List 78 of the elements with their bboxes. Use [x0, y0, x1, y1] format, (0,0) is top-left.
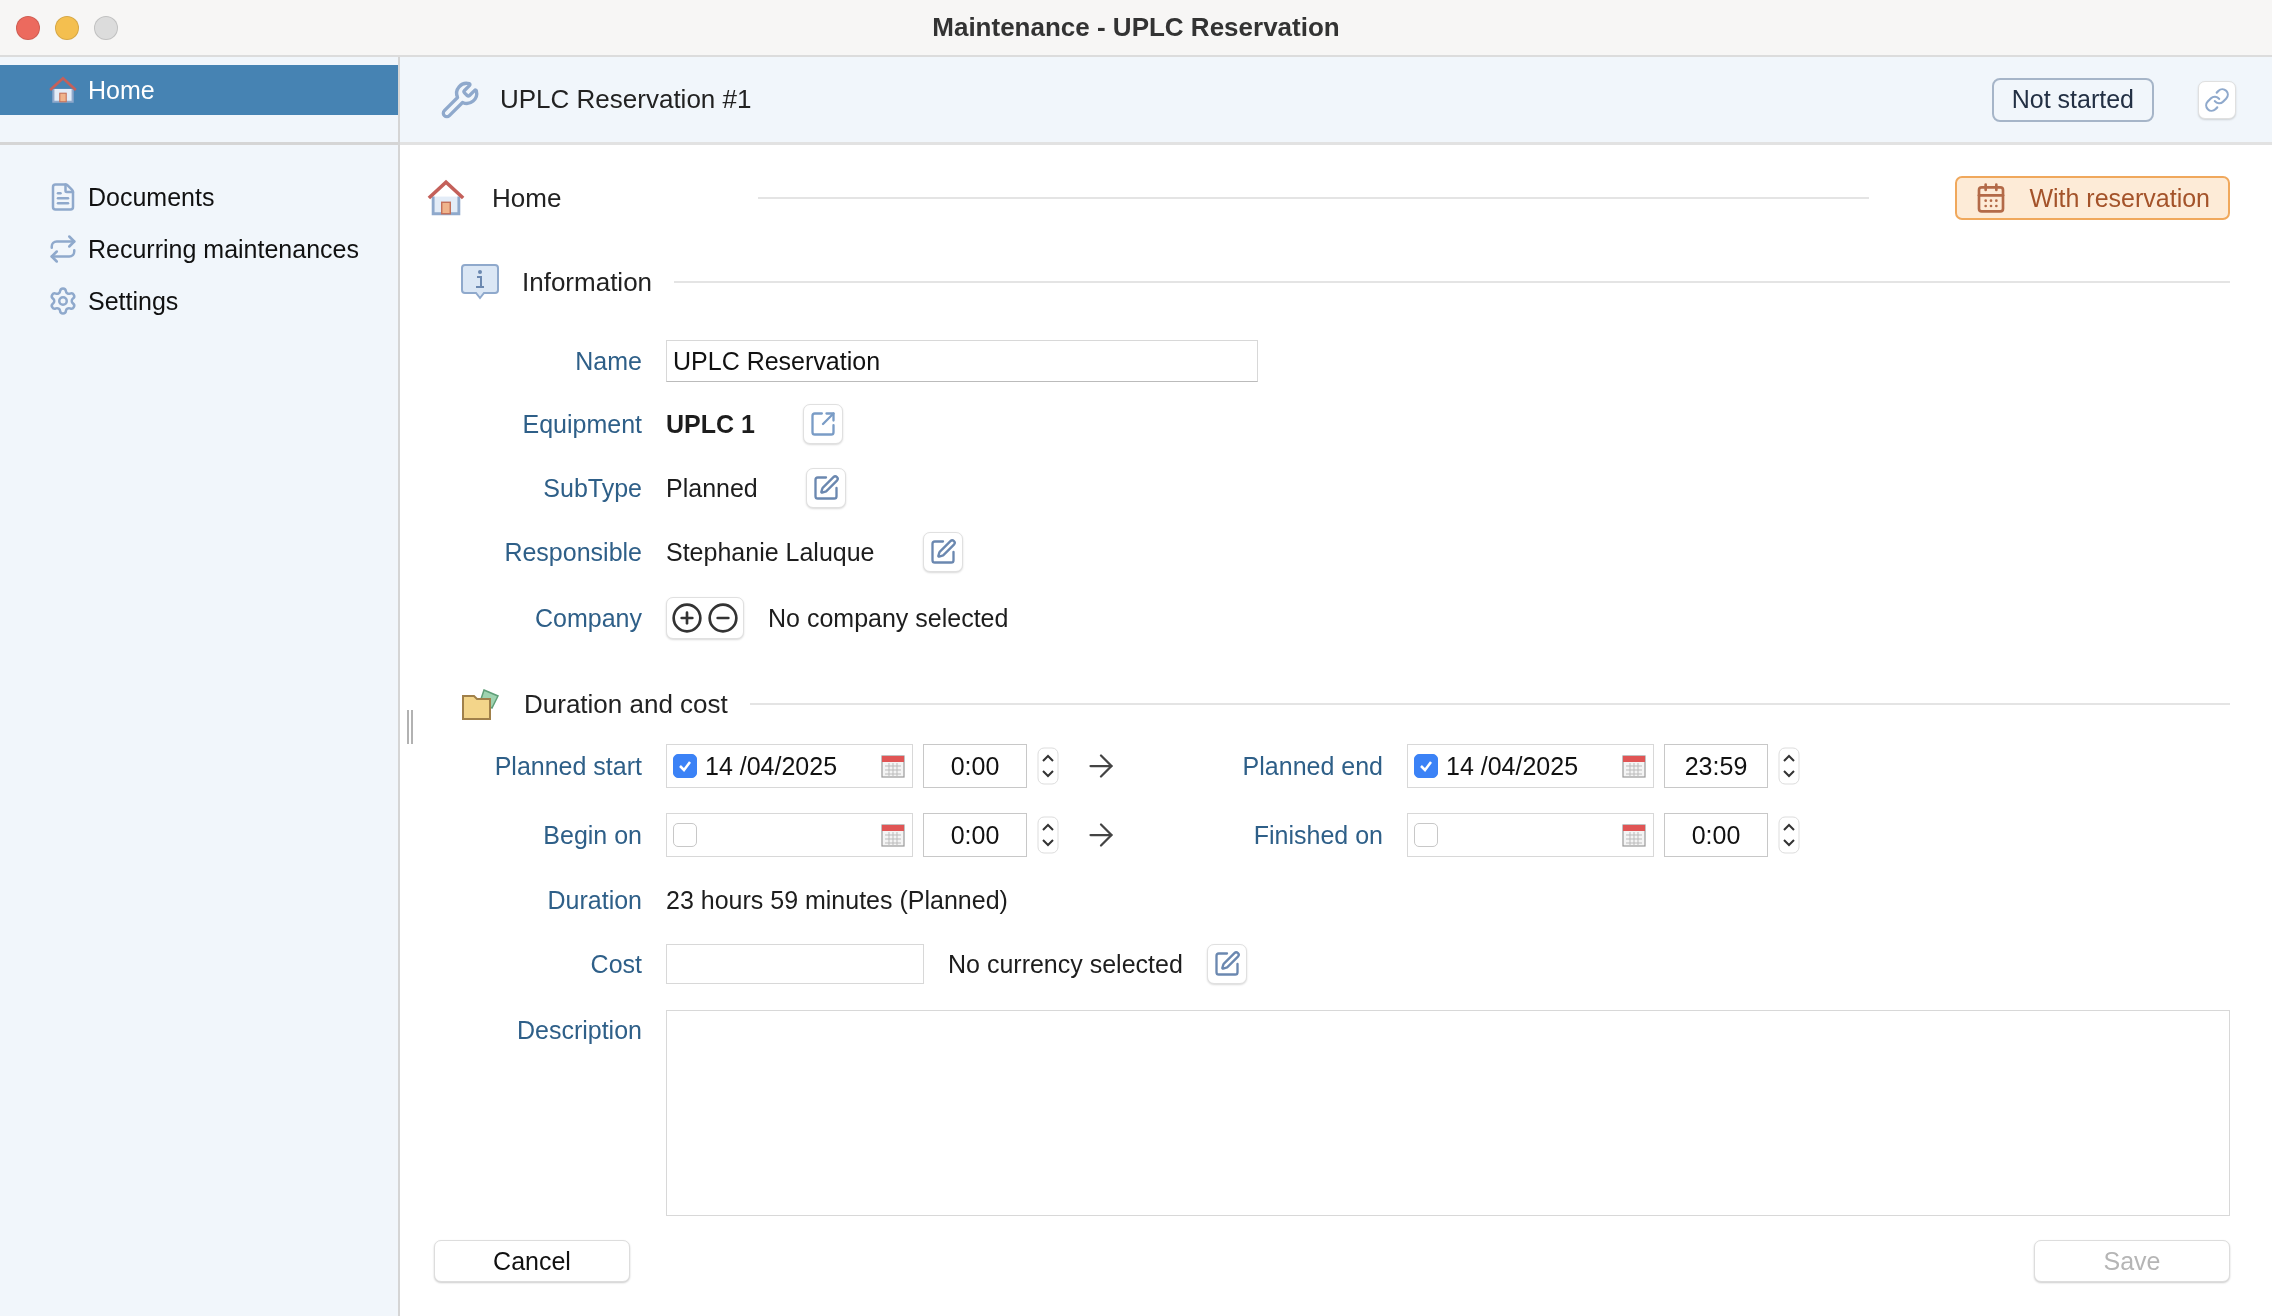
- name-input[interactable]: UPLC Reservation: [666, 340, 1258, 382]
- link-button[interactable]: [2198, 80, 2236, 119]
- external-link-icon: [808, 410, 837, 438]
- date-field[interactable]: [1407, 813, 1654, 857]
- time-field[interactable]: 0:00: [1664, 813, 1768, 857]
- link-icon: [2204, 86, 2230, 113]
- checkbox[interactable]: [673, 823, 697, 847]
- sidebar-item[interactable]: Documents: [0, 175, 398, 219]
- field-value: No company selected: [768, 603, 1009, 633]
- sidebar-item[interactable]: Settings: [0, 279, 398, 323]
- splitter-handle[interactable]: [406, 710, 414, 744]
- remove-icon[interactable]: [707, 602, 739, 634]
- calendar-icon[interactable]: [880, 753, 906, 779]
- wrench-icon: [440, 79, 480, 120]
- time-stepper[interactable]: [1778, 747, 1800, 785]
- field-label: Description: [515, 1015, 642, 1046]
- repeat-arrows-icon: [48, 234, 78, 264]
- date-field[interactable]: 14 /04/2025: [1407, 744, 1654, 788]
- window-title: Maintenance - UPLC Reservation: [931, 12, 1341, 43]
- field-label: SubType: [542, 473, 642, 503]
- edit-icon: [811, 474, 840, 502]
- field-value: Planned: [666, 473, 758, 503]
- time-field[interactable]: 0:00: [923, 744, 1027, 788]
- field-value: UPLC 1: [666, 409, 755, 439]
- date-value: 14 /04/2025: [705, 751, 839, 781]
- minimize-button[interactable]: [55, 16, 79, 40]
- folder-icon: [460, 686, 502, 722]
- calendar-icon[interactable]: [880, 822, 906, 848]
- checkbox[interactable]: [1414, 754, 1438, 778]
- date-field[interactable]: [666, 813, 913, 857]
- record-title: UPLC Reservation #1: [500, 84, 753, 115]
- description-input[interactable]: [666, 1010, 2230, 1216]
- edit-button[interactable]: [805, 468, 846, 508]
- field-label: Company: [534, 603, 642, 633]
- field-label: Begin on: [542, 820, 642, 850]
- field-label: Finished on: [1252, 820, 1383, 850]
- date-field[interactable]: 14 /04/2025: [666, 744, 913, 788]
- page-title: Home: [492, 182, 563, 214]
- edit-button[interactable]: [922, 532, 963, 572]
- section-title: Information: [522, 266, 653, 298]
- field-value: No currency selected: [948, 949, 1183, 979]
- badge-label: With reservation: [2029, 183, 2210, 213]
- calendar-icon[interactable]: [1621, 822, 1647, 848]
- time-stepper[interactable]: [1037, 816, 1059, 854]
- field-label: Duration: [546, 885, 642, 915]
- field-label: Name: [574, 346, 642, 376]
- section-title: Duration and cost: [524, 688, 728, 720]
- edit-icon: [928, 538, 957, 566]
- checkbox[interactable]: [673, 754, 697, 778]
- close-button[interactable]: [16, 16, 40, 40]
- house-icon: [48, 75, 78, 105]
- edit-icon: [1212, 950, 1241, 978]
- status-button[interactable]: Not started: [1991, 77, 2154, 122]
- add-remove-control[interactable]: [666, 597, 744, 639]
- sidebar-item[interactable]: Home: [0, 65, 398, 115]
- field-value: Stephanie Laluque: [666, 537, 875, 567]
- time-field[interactable]: 0:00: [923, 813, 1027, 857]
- info-icon: [460, 262, 500, 302]
- time-field[interactable]: 23:59: [1664, 744, 1768, 788]
- field-label: Planned start: [493, 751, 642, 781]
- settings-icon: [48, 286, 78, 316]
- time-stepper[interactable]: [1778, 816, 1800, 854]
- cost-input[interactable]: [666, 944, 924, 984]
- checkbox[interactable]: [1414, 823, 1438, 847]
- field-label: Equipment: [521, 409, 642, 439]
- field-label: Planned end: [1241, 751, 1383, 781]
- add-icon[interactable]: [671, 602, 703, 634]
- open-link-button[interactable]: [802, 404, 843, 444]
- field-label: Responsible: [503, 537, 642, 567]
- field-label: Cost: [589, 949, 642, 979]
- edit-button[interactable]: [1206, 944, 1247, 984]
- calendar-icon[interactable]: [1621, 753, 1647, 779]
- time-stepper[interactable]: [1037, 747, 1059, 785]
- house-icon: [426, 178, 466, 218]
- cancel-button[interactable]: Cancel: [434, 1240, 630, 1282]
- sidebar-item[interactable]: Recurring maintenances: [0, 227, 398, 271]
- date-value: 14 /04/2025: [1446, 751, 1580, 781]
- field-value: 23 hours 59 minutes (Planned): [666, 885, 1008, 915]
